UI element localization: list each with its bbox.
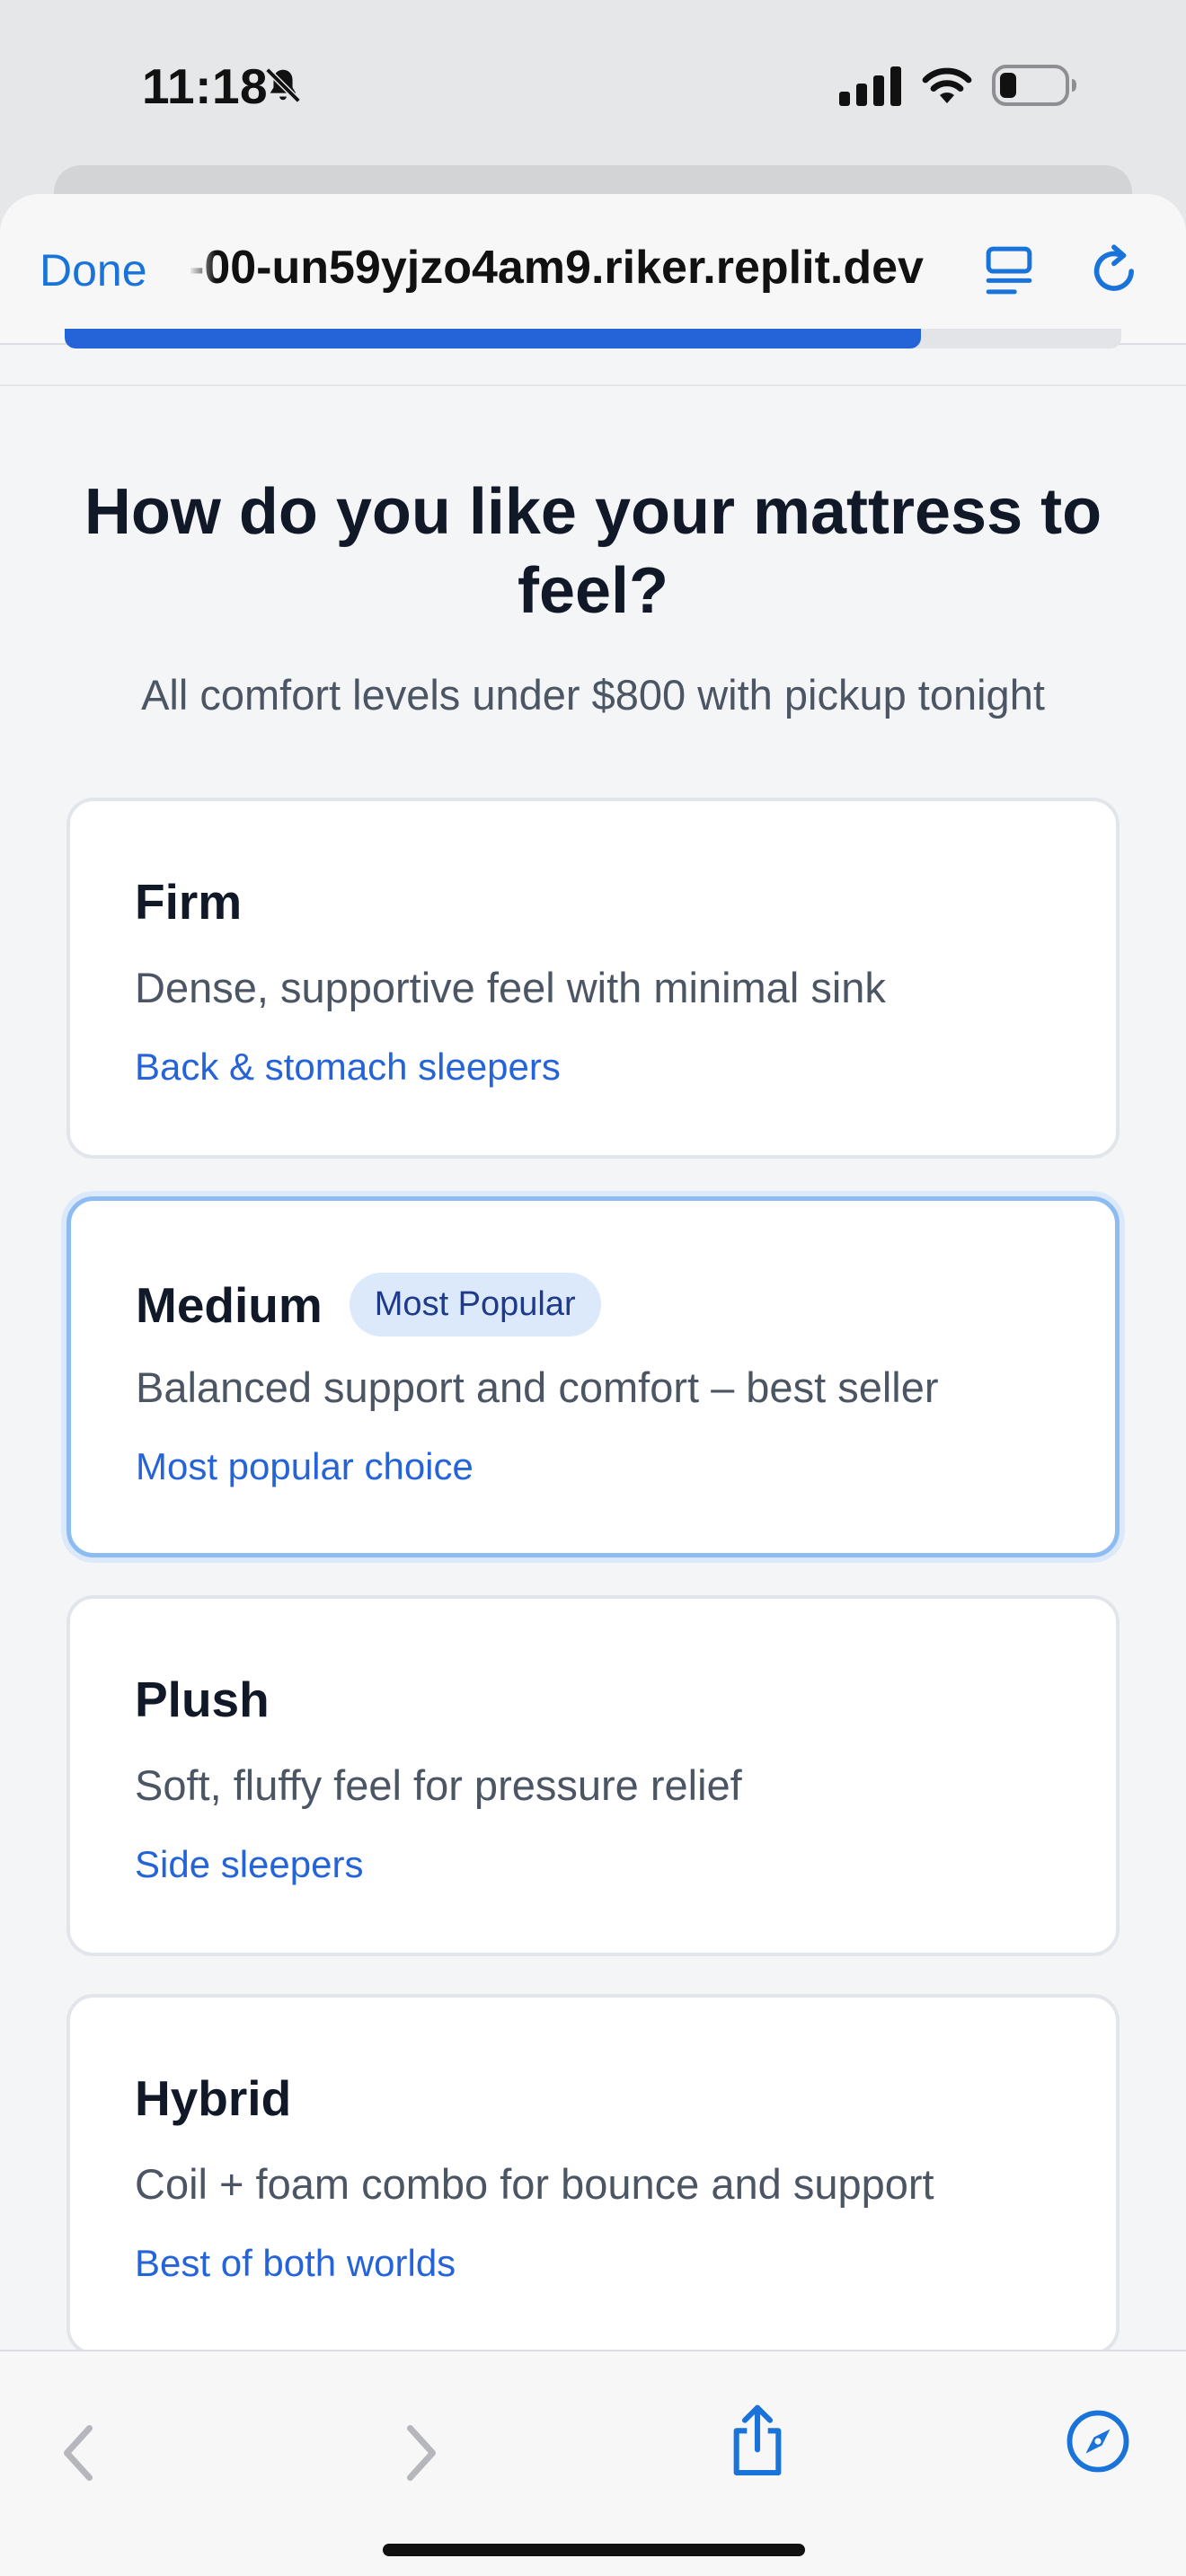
option-description: Balanced support and comfort – best sell… — [136, 1363, 939, 1411]
wifi-icon — [922, 67, 972, 103]
reload-icon[interactable] — [1089, 244, 1143, 298]
screen: 11:18 Done -00-un59yjzo4am9.riker.replit… — [0, 0, 1186, 2576]
option-title: Firm — [135, 874, 243, 930]
quiz-progress-bar — [65, 329, 1121, 348]
option-card-medium[interactable]: Medium Most Popular Balanced support and… — [66, 1196, 1120, 1557]
forward-chevron-icon[interactable] — [399, 2422, 444, 2484]
share-icon[interactable] — [726, 2404, 789, 2479]
home-indicator[interactable] — [383, 2544, 805, 2556]
done-button[interactable]: Done — [40, 244, 147, 296]
browser-bottom-bar — [0, 2350, 1186, 2576]
browser-sheet: Done -00-un59yjzo4am9.riker.replit.dev H… — [0, 194, 1186, 2576]
option-description: Dense, supportive feel with minimal sink — [135, 964, 886, 1011]
card-title-row: Plush — [135, 1671, 270, 1728]
status-bar: 11:18 — [0, 0, 1186, 171]
option-card-plush[interactable]: Plush Soft, fluffy feel for pressure rel… — [66, 1595, 1120, 1956]
browser-toolbar: Done -00-un59yjzo4am9.riker.replit.dev — [0, 194, 1186, 348]
page-subtitle: All comfort levels under $800 with picku… — [141, 671, 1045, 719]
option-tag: Best of both worlds — [135, 2242, 456, 2284]
url-field[interactable]: -00-un59yjzo4am9.riker.replit.dev — [189, 241, 952, 295]
url-fade — [189, 239, 216, 302]
divider — [0, 384, 1186, 386]
option-tag: Back & stomach sleepers — [135, 1045, 561, 1088]
page-title: How do you like your mattress to feel? — [84, 476, 1102, 627]
cellular-signal-icon — [839, 66, 901, 106]
option-title: Medium — [136, 1276, 323, 1333]
reader-mode-icon[interactable] — [985, 244, 1033, 298]
back-chevron-icon[interactable] — [56, 2422, 101, 2484]
card-title-row: Firm — [135, 873, 242, 931]
option-title: Hybrid — [135, 2070, 292, 2126]
bell-slash-icon — [265, 67, 301, 103]
card-title-row: Medium Most Popular — [136, 1273, 601, 1337]
option-description: Soft, fluffy feel for pressure relief — [135, 1761, 742, 1809]
option-description: Coil + foam combo for bounce and support — [135, 2160, 934, 2208]
battery-icon — [992, 65, 1076, 106]
card-title-row: Hybrid — [135, 2069, 291, 2127]
status-time: 11:18 — [142, 58, 269, 114]
quiz-progress-fill — [65, 329, 921, 348]
most-popular-badge: Most Popular — [349, 1273, 601, 1337]
option-tag: Side sleepers — [135, 1843, 364, 1885]
option-card-hybrid[interactable]: Hybrid Coil + foam combo for bounce and … — [66, 1994, 1120, 2355]
compass-icon[interactable] — [1066, 2409, 1130, 2474]
option-tag: Most popular choice — [136, 1445, 474, 1487]
option-title: Plush — [135, 1672, 270, 1727]
option-card-firm[interactable]: Firm Dense, supportive feel with minimal… — [66, 798, 1120, 1159]
